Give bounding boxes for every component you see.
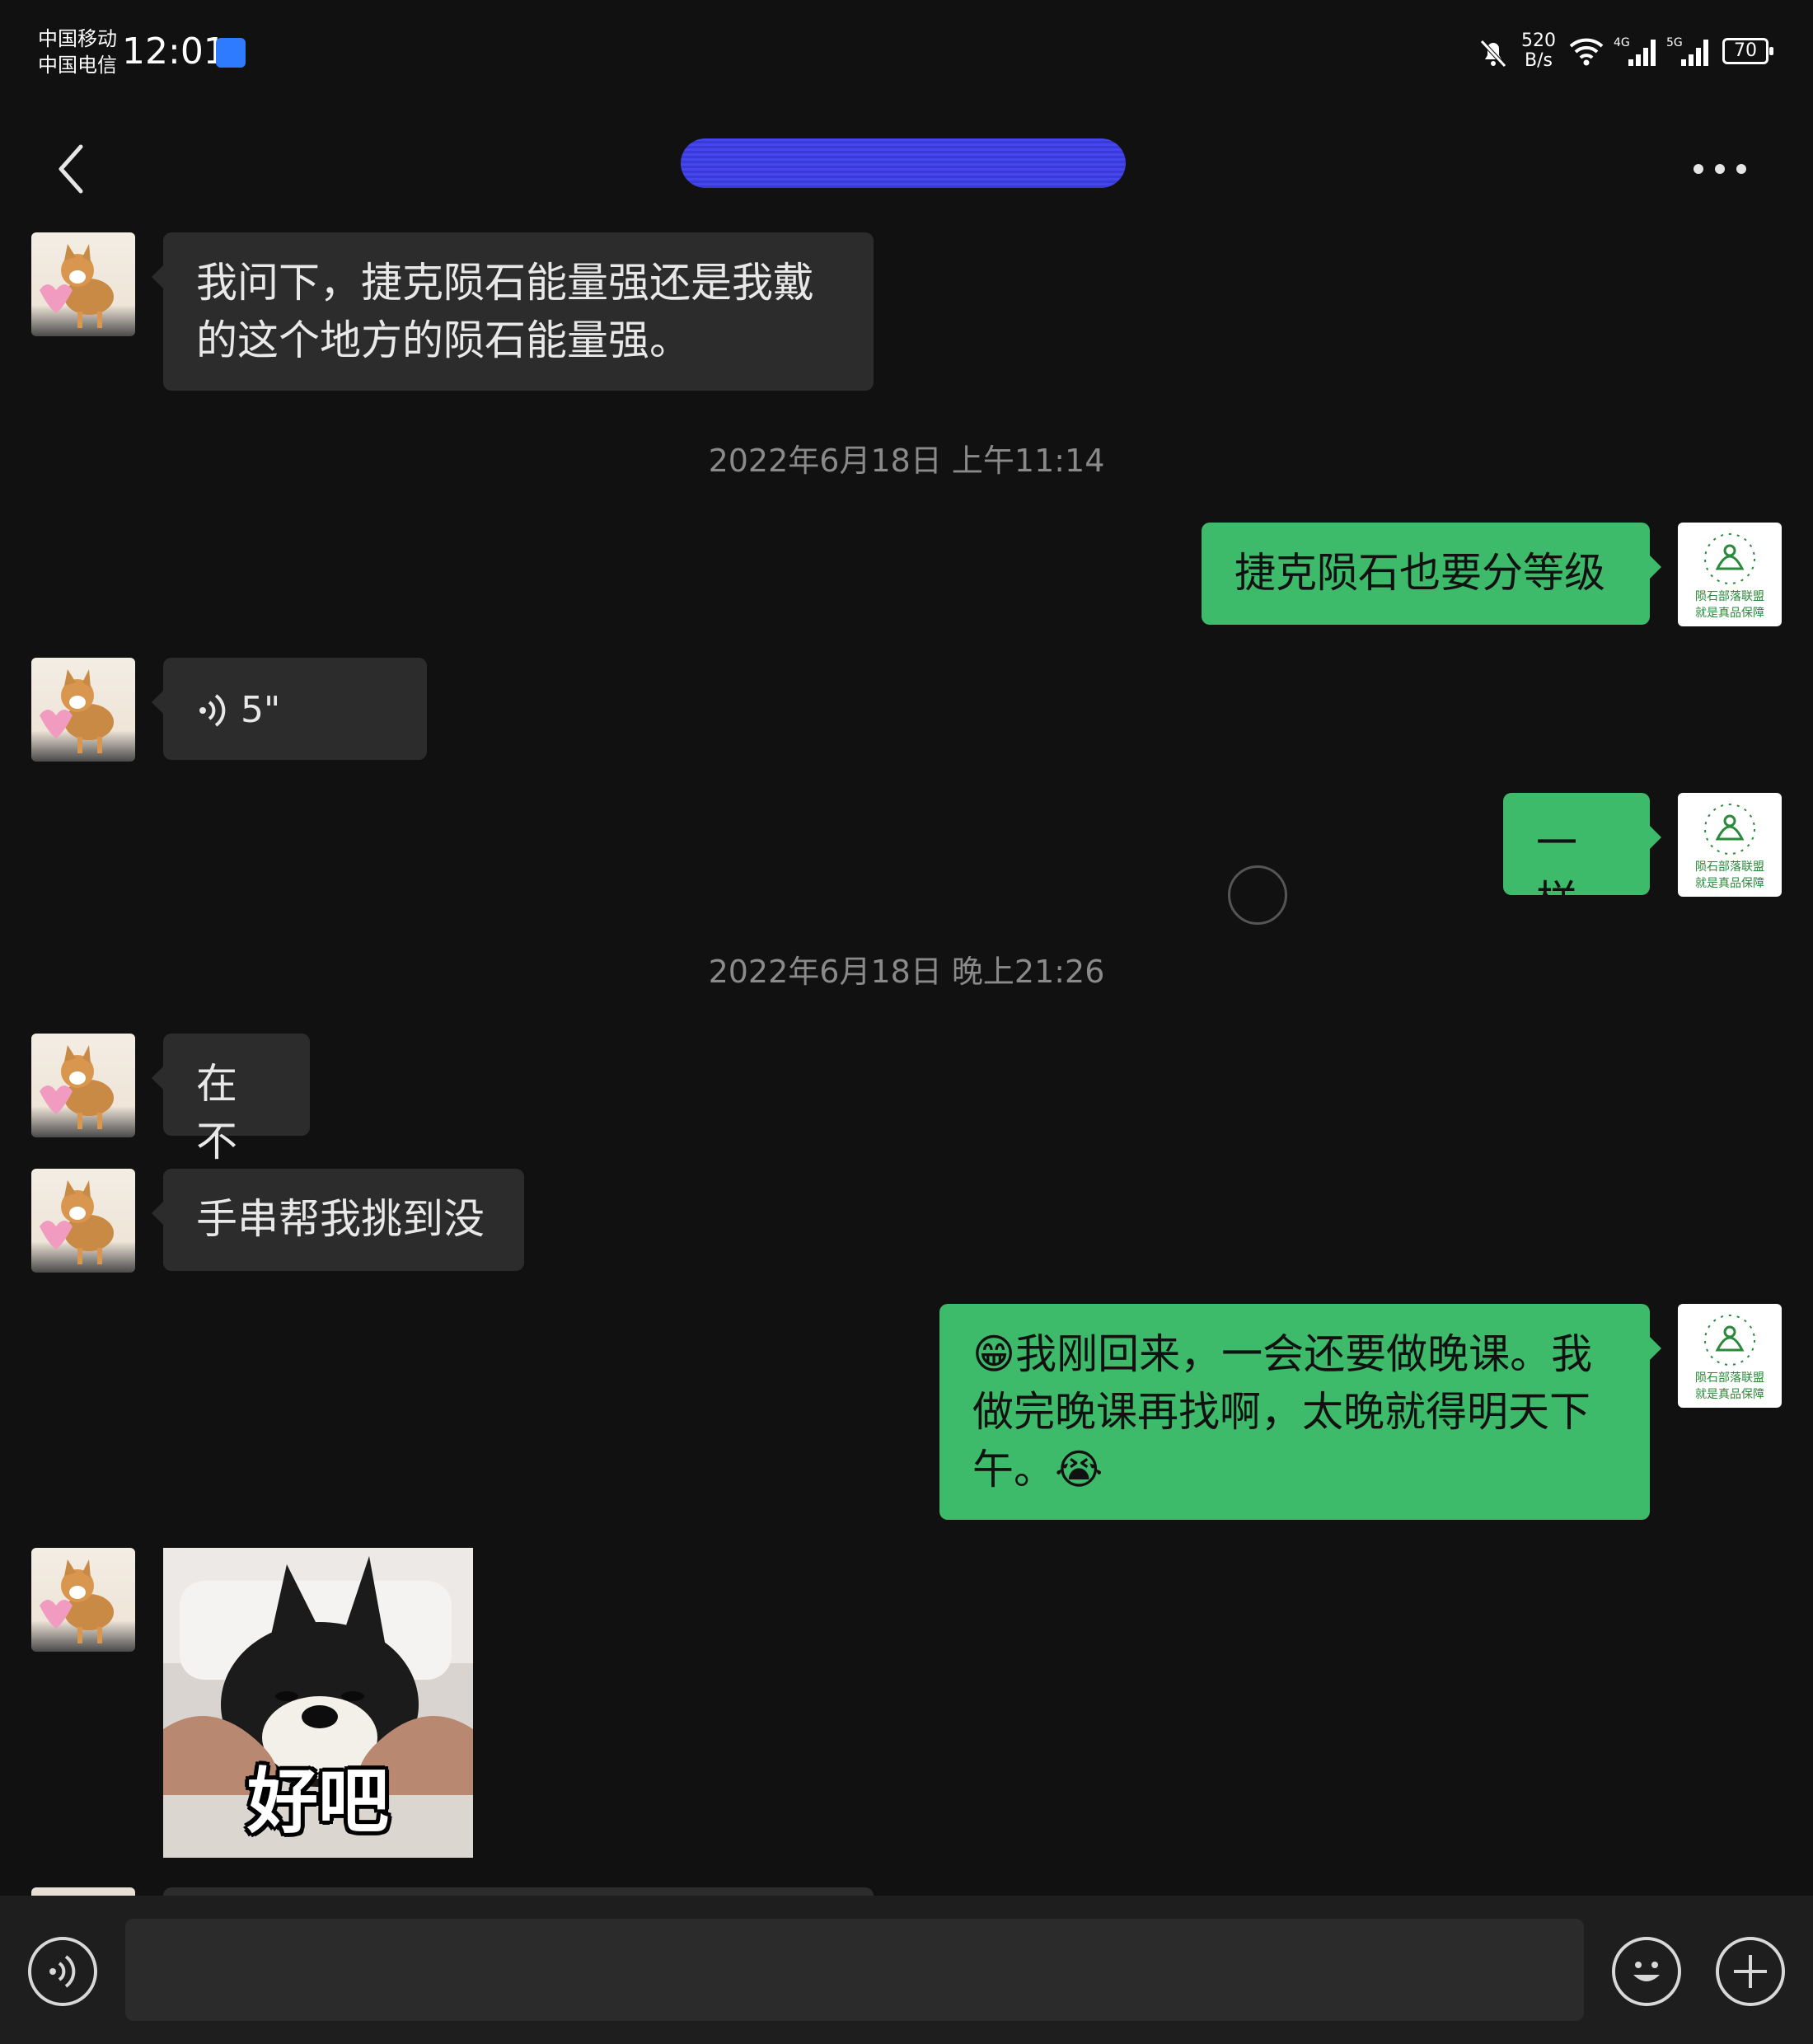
back-icon[interactable]	[51, 140, 92, 198]
emoji-icon	[1633, 1962, 1660, 1981]
voice-wave-icon	[199, 694, 226, 727]
voice-input-icon	[49, 1955, 76, 1988]
my-avatar[interactable]: 陨石部落联盟 就是真品保障	[1678, 523, 1782, 626]
voice-message-bubble[interactable]: 5"	[152, 658, 427, 760]
timestamp: 2022年6月18日 上午11:14	[708, 443, 1105, 479]
battery-icon: 70	[1722, 38, 1773, 64]
contact-avatar[interactable]	[31, 232, 135, 336]
sticker-caption: 好吧	[247, 1760, 389, 1843]
next-message-partial	[163, 1887, 874, 1896]
plus-icon	[1734, 1955, 1767, 1988]
timestamp: 2022年6月18日 晚上21:26	[708, 954, 1105, 990]
meteorite-logo-image: 陨石部落联盟 就是真品保障	[1695, 804, 1764, 890]
dog-avatar-image	[40, 1045, 114, 1129]
signal-4g-icon: 4G	[1614, 36, 1656, 66]
message-bubble-incoming[interactable]: 在不	[152, 1034, 310, 1165]
dog-avatar-image	[40, 1180, 114, 1264]
sticker-image[interactable]: 好吧	[163, 1548, 473, 1858]
more-dots-icon	[1694, 164, 1703, 174]
logo-text-line-1: 陨石部落联盟	[1695, 860, 1764, 874]
message-text: 我问下，捷克陨石能量强还是我戴的这个地方的陨石能量强。	[196, 259, 814, 364]
message-input[interactable]	[125, 1919, 1584, 2021]
message-bubble-outgoing[interactable]: 一样	[1503, 793, 1661, 925]
floating-assist-button[interactable]	[1228, 865, 1287, 925]
contact-avatar[interactable]	[31, 1169, 135, 1273]
net-speed-unit: B/s	[1525, 50, 1553, 71]
meteorite-logo-image: 陨石部落联盟 就是真品保障	[1695, 1315, 1764, 1401]
emoji-button[interactable]	[1612, 1937, 1681, 2006]
logo-text-line-2: 就是真品保障	[1695, 1388, 1764, 1401]
chat-title-redacted	[681, 138, 1126, 188]
logo-text-line-2: 就是真品保障	[1695, 607, 1764, 620]
meteorite-logo-image: 陨石部落联盟 就是真品保障	[1695, 533, 1764, 620]
message-bubble-outgoing[interactable]: 😁我刚回来，一会还要做晚课。我做完晚课再找啊，太晚就得明天下午。😭	[939, 1304, 1661, 1520]
carrier-2: 中国电信	[38, 54, 117, 77]
message-bubble-outgoing[interactable]: 捷克陨石也要分等级	[1202, 523, 1661, 625]
message-text: 😁我刚回来，一会还要做晚课。我做完晚课再找啊，太晚就得明天下午。😭	[972, 1330, 1593, 1493]
logo-text-line-1: 陨石部落联盟	[1695, 590, 1764, 603]
message-bubble-incoming[interactable]: 手串帮我挑到没	[152, 1169, 524, 1271]
plus-button[interactable]	[1716, 1937, 1785, 2006]
battery-level: 70	[1734, 40, 1757, 61]
svg-text:4G: 4G	[1614, 36, 1630, 49]
net-speed: 520 B/s	[1521, 31, 1556, 71]
signal-5g-icon: 5G	[1666, 36, 1708, 66]
contact-avatar[interactable]	[31, 1034, 135, 1137]
status-time: 12:01	[122, 30, 227, 73]
message-text: 手串帮我挑到没	[196, 1195, 485, 1243]
logo-text-line-2: 就是真品保障	[1695, 877, 1764, 890]
wifi-icon	[1569, 38, 1604, 66]
app-badge-icon	[216, 38, 246, 68]
dog-avatar-image	[40, 669, 114, 753]
svg-text:5G: 5G	[1666, 36, 1683, 49]
next-avatar-partial	[31, 1887, 135, 1896]
contact-avatar[interactable]	[31, 658, 135, 762]
dog-avatar-image	[40, 1559, 114, 1643]
my-avatar[interactable]: 陨石部落联盟 就是真品保障	[1678, 1304, 1782, 1408]
logo-text-line-1: 陨石部落联盟	[1695, 1371, 1764, 1385]
message-text: 在不	[196, 1060, 237, 1165]
contact-avatar[interactable]	[31, 1548, 135, 1652]
message-bubble-incoming[interactable]: 我问下，捷克陨石能量强还是我戴的这个地方的陨石能量强。	[152, 232, 874, 391]
my-avatar[interactable]: 陨石部落联盟 就是真品保障	[1678, 793, 1782, 897]
message-text: 一样	[1536, 819, 1577, 925]
voice-duration: 5"	[241, 689, 281, 731]
bell-off-icon	[1480, 40, 1506, 68]
more-options-button[interactable]	[1688, 162, 1752, 177]
carrier-1: 中国移动	[38, 27, 117, 50]
voice-input-button[interactable]	[28, 1937, 97, 2006]
net-speed-value: 520	[1521, 30, 1556, 51]
message-text: 捷克陨石也要分等级	[1234, 549, 1605, 597]
dog-avatar-image	[40, 244, 114, 328]
